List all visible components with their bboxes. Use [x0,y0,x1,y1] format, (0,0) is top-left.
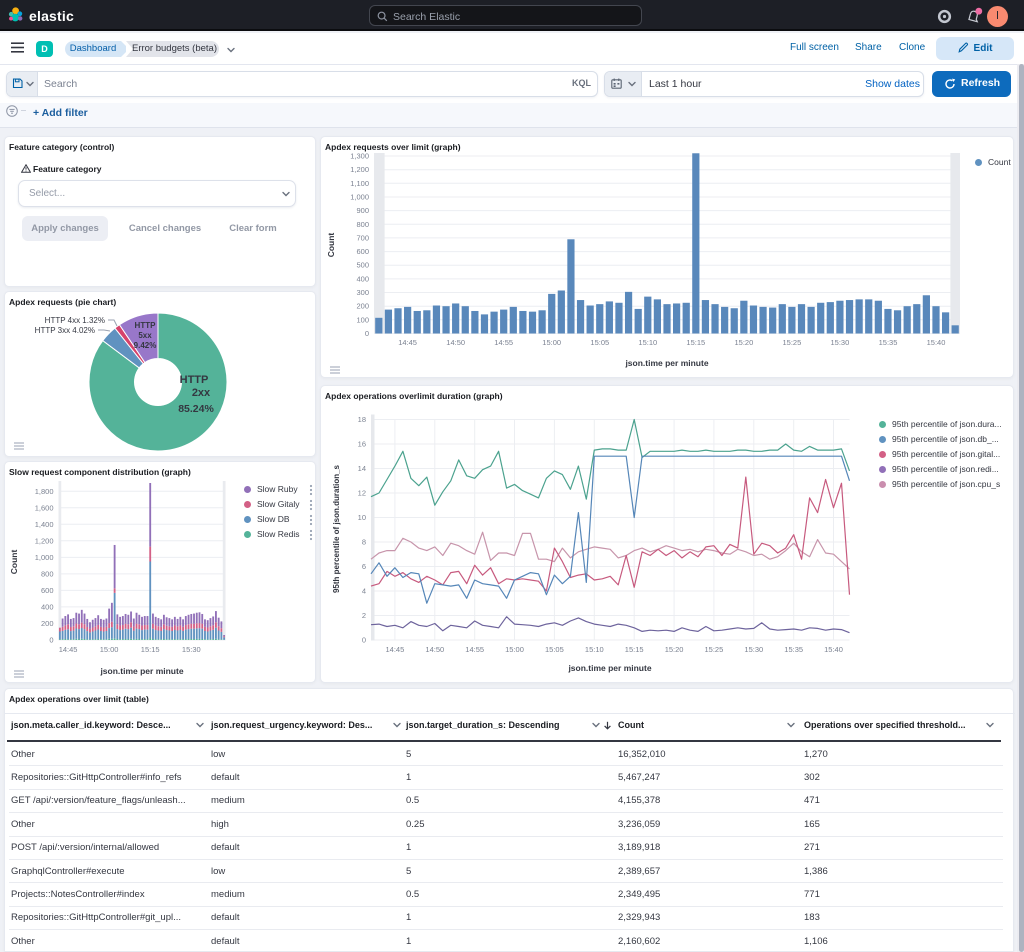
svg-text:1,100: 1,100 [350,179,369,188]
svg-text:8: 8 [362,538,366,547]
svg-text:95th percentile of json.durati: 95th percentile of json.duration_s [332,464,341,593]
svg-text:Count: Count [326,233,336,258]
svg-text:1,300: 1,300 [350,152,369,161]
svg-text:HTTP: HTTP [180,374,209,386]
svg-text:15:25: 15:25 [783,338,802,347]
svg-text:15:20: 15:20 [735,338,754,347]
svg-text:15:25: 15:25 [705,645,724,654]
svg-text:900: 900 [356,206,369,215]
svg-text:800: 800 [41,569,54,578]
svg-text:14:55: 14:55 [465,645,484,654]
svg-text:15:15: 15:15 [625,645,644,654]
svg-text:14:45: 14:45 [398,338,417,347]
svg-text:700: 700 [356,233,369,242]
svg-text:json.time per minute: json.time per minute [99,666,183,676]
svg-text:1,800: 1,800 [35,487,54,496]
svg-text:14:50: 14:50 [425,645,444,654]
svg-text:400: 400 [41,602,54,611]
svg-text:15:35: 15:35 [784,645,803,654]
svg-text:14:45: 14:45 [386,645,405,654]
svg-text:15:30: 15:30 [182,645,201,654]
svg-text:800: 800 [356,220,369,229]
svg-text:0: 0 [365,329,369,338]
svg-text:85.24%: 85.24% [178,403,214,415]
svg-text:15:30: 15:30 [831,338,850,347]
svg-text:5xx: 5xx [138,331,152,340]
svg-text:15:00: 15:00 [100,645,119,654]
svg-text:15:05: 15:05 [590,338,609,347]
svg-text:4: 4 [362,587,366,596]
svg-text:200: 200 [356,302,369,311]
svg-text:HTTP 3xx 4.02%: HTTP 3xx 4.02% [35,326,95,335]
svg-text:1,400: 1,400 [35,520,54,529]
svg-text:14:45: 14:45 [59,645,78,654]
svg-text:9.42%: 9.42% [134,341,157,350]
svg-text:600: 600 [356,247,369,256]
svg-text:200: 200 [41,619,54,628]
svg-text:6: 6 [362,562,366,571]
svg-text:100: 100 [356,315,369,324]
svg-text:HTTP 4xx 1.32%: HTTP 4xx 1.32% [45,316,105,325]
svg-text:500: 500 [356,261,369,270]
svg-text:1,200: 1,200 [35,536,54,545]
svg-text:2: 2 [362,611,366,620]
svg-text:18: 18 [358,415,366,424]
svg-text:15:10: 15:10 [585,645,604,654]
svg-text:14: 14 [358,464,366,473]
svg-text:15:30: 15:30 [744,645,763,654]
svg-text:15:40: 15:40 [824,645,843,654]
svg-text:15:20: 15:20 [665,645,684,654]
svg-text:1,000: 1,000 [350,193,369,202]
svg-text:15:15: 15:15 [686,338,705,347]
svg-text:json.time per minute: json.time per minute [567,663,651,673]
svg-text:json.time per minute: json.time per minute [624,358,708,368]
svg-text:14:55: 14:55 [494,338,513,347]
svg-text:15:35: 15:35 [879,338,898,347]
svg-text:400: 400 [356,274,369,283]
svg-text:2xx: 2xx [192,387,211,399]
svg-text:15:05: 15:05 [545,645,564,654]
svg-text:HTTP: HTTP [135,321,157,330]
svg-text:0: 0 [49,636,53,645]
svg-text:16: 16 [358,440,366,449]
svg-text:10: 10 [358,513,366,522]
svg-text:1,000: 1,000 [35,553,54,562]
svg-text:15:10: 15:10 [638,338,657,347]
svg-text:12: 12 [358,489,366,498]
svg-text:15:00: 15:00 [505,645,524,654]
svg-text:15:15: 15:15 [141,645,160,654]
svg-text:300: 300 [356,288,369,297]
svg-text:15:40: 15:40 [927,338,946,347]
svg-text:Count: Count [9,550,19,575]
svg-text:0: 0 [362,636,366,645]
svg-text:1,200: 1,200 [350,165,369,174]
svg-text:15:00: 15:00 [542,338,561,347]
svg-text:1,600: 1,600 [35,503,54,512]
svg-text:600: 600 [41,586,54,595]
svg-text:14:50: 14:50 [446,338,465,347]
